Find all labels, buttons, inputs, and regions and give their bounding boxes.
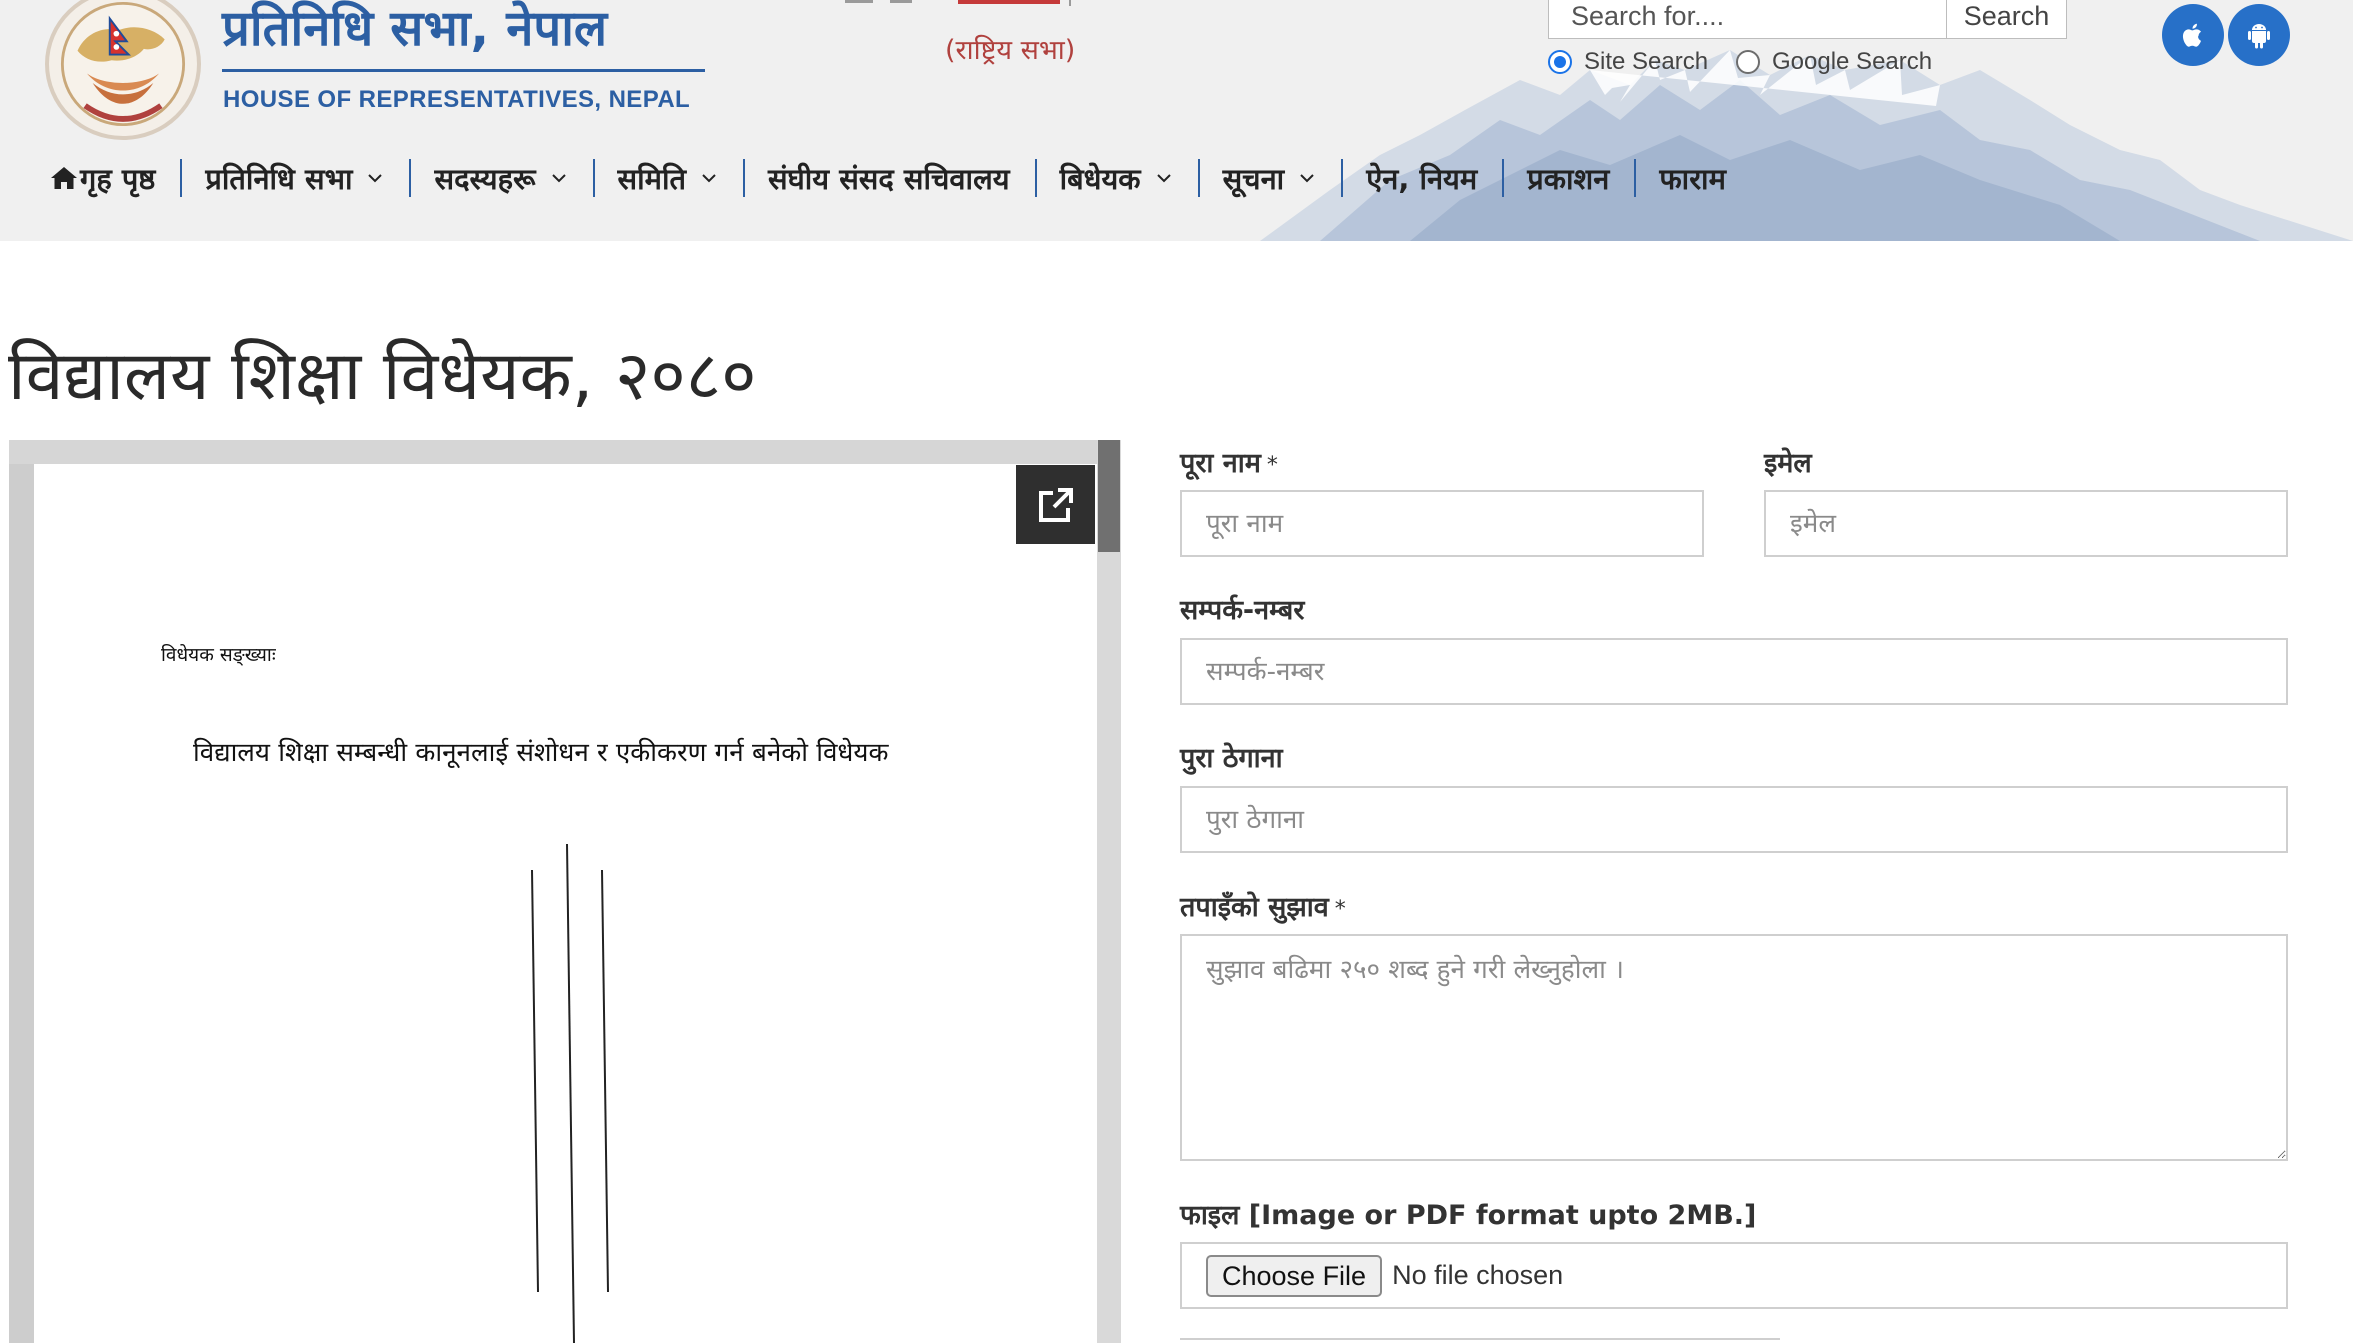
required-mark: *	[1334, 897, 1346, 922]
chevron-down-icon	[550, 169, 568, 187]
active-link-underline	[958, 0, 1060, 4]
nav-label: फाराम	[1659, 161, 1726, 196]
choose-file-button[interactable]: Choose File	[1206, 1254, 1383, 1297]
google-search-label: Google Search	[1772, 48, 1933, 75]
nav-committees[interactable]: समिति	[592, 153, 744, 203]
full-name-label-text: पूरा नाम	[1180, 448, 1261, 479]
suggestion-textarea[interactable]	[1180, 934, 2288, 1161]
search-input[interactable]	[1548, 0, 1947, 39]
nav-acts-rules[interactable]: ऐन, नियम	[1341, 153, 1502, 203]
emblem-icon	[60, 1, 186, 127]
nav-label: सदस्यहरू	[434, 161, 536, 196]
nav-forms[interactable]: फाराम	[1634, 153, 1751, 203]
external-link-icon	[1038, 487, 1073, 522]
viewer-scrollbar-thumb[interactable]	[1098, 440, 1120, 552]
full-name-field[interactable]	[1180, 490, 1704, 557]
nav-label: बिधेयक	[1059, 161, 1141, 196]
viewer-scrollbar-track[interactable]	[1097, 440, 1121, 1343]
nav-secretariat[interactable]: संघीय संसद सचिवालय	[743, 153, 1035, 203]
open-in-new-window-button[interactable]	[1016, 465, 1095, 544]
android-app-button[interactable]	[2228, 4, 2290, 66]
address-field[interactable]	[1180, 786, 2288, 853]
brand-divider	[222, 69, 705, 72]
file-upload-label: फाइल [Image or PDF format upto 2MB.]	[1180, 1200, 1757, 1231]
email-field[interactable]	[1764, 490, 2288, 557]
nav-notices[interactable]: सूचना	[1197, 153, 1342, 203]
search-button[interactable]: Search	[1946, 0, 2067, 39]
suggestion-label-text: तपाइँको सुझाव	[1180, 892, 1329, 923]
nav-label: संघीय संसद सचिवालय	[768, 161, 1010, 196]
android-icon	[2248, 24, 2270, 49]
parliament-logo[interactable]	[45, 0, 201, 140]
nav-label: समिति	[617, 161, 687, 196]
file-status-text: No file chosen	[1392, 1260, 1564, 1290]
main-navigation: गृह पृष्ठ प्रतिनिधि सभा सदस्यहरू समिति स…	[50, 153, 1751, 203]
brand-title-english[interactable]: HOUSE OF REPRESENTATIVES, NEPAL	[223, 86, 690, 114]
site-search-radio[interactable]	[1548, 50, 1572, 74]
page-title: विद्यालय शिक्षा विधेयक, २०८०	[8, 337, 757, 416]
nav-house-of-representatives[interactable]: प्रतिनिधि सभा	[180, 153, 409, 203]
google-search-radio[interactable]	[1736, 50, 1760, 74]
file-upload-field[interactable]: Choose File No file chosen	[1180, 1242, 2288, 1309]
chevron-down-icon	[1155, 169, 1173, 187]
address-label: पुरा ठेगाना	[1180, 743, 1283, 774]
contact-number-field[interactable]	[1180, 638, 2288, 705]
site-search-label: Site Search	[1584, 48, 1709, 75]
brand-title-nepali[interactable]: प्रतिनिधि सभा, नेपाल	[222, 0, 607, 60]
next-field-edge	[1180, 1338, 1780, 1343]
apple-icon	[2182, 23, 2201, 47]
required-mark: *	[1266, 453, 1278, 478]
bill-number-label: विधेयक सङ्ख्याः	[161, 644, 276, 666]
nav-label: प्रकाशन	[1527, 161, 1610, 196]
site-search-option[interactable]: Site Search	[1548, 46, 1708, 78]
nav-label: ऐन, नियम	[1366, 161, 1478, 196]
home-icon	[50, 165, 78, 191]
ios-app-button[interactable]	[2162, 4, 2224, 66]
email-label: इमेल	[1764, 448, 1812, 479]
chevron-down-icon	[1298, 169, 1316, 187]
bill-heading: विद्यालय शिक्षा सम्बन्धी कानूनलाई संशोधन…	[193, 738, 889, 768]
nav-home[interactable]: गृह पृष्ठ	[50, 153, 180, 203]
google-search-option[interactable]: Google Search	[1736, 46, 1932, 78]
nav-bills[interactable]: बिधेयक	[1034, 153, 1198, 203]
nav-publications[interactable]: प्रकाशन	[1502, 153, 1634, 203]
nav-members[interactable]: सदस्यहरू	[409, 153, 592, 203]
suggestion-label: तपाइँको सुझाव *	[1180, 887, 1346, 924]
contact-number-label: सम्पर्क-नम्बर	[1180, 595, 1305, 626]
document-rule-lines	[531, 843, 609, 1343]
top-link-fragment	[890, 0, 912, 3]
viewer-top-bar	[9, 440, 1121, 464]
nav-label: प्रतिनिधि सभा	[205, 161, 353, 196]
full-name-label: पूरा नाम *	[1180, 443, 1278, 480]
chevron-down-icon	[366, 169, 384, 187]
nav-home-label: गृह पृष्ठ	[80, 161, 156, 196]
national-assembly-link[interactable]: (राष्ट्रिय सभा)	[945, 30, 1075, 67]
chevron-down-icon	[700, 169, 718, 187]
nav-label: सूचना	[1222, 161, 1285, 196]
top-link-fragment	[845, 0, 873, 3]
top-link-fragment	[1069, 0, 1071, 6]
site-header: प्रतिनिधि सभा, नेपाल HOUSE OF REPRESENTA…	[0, 0, 2353, 241]
